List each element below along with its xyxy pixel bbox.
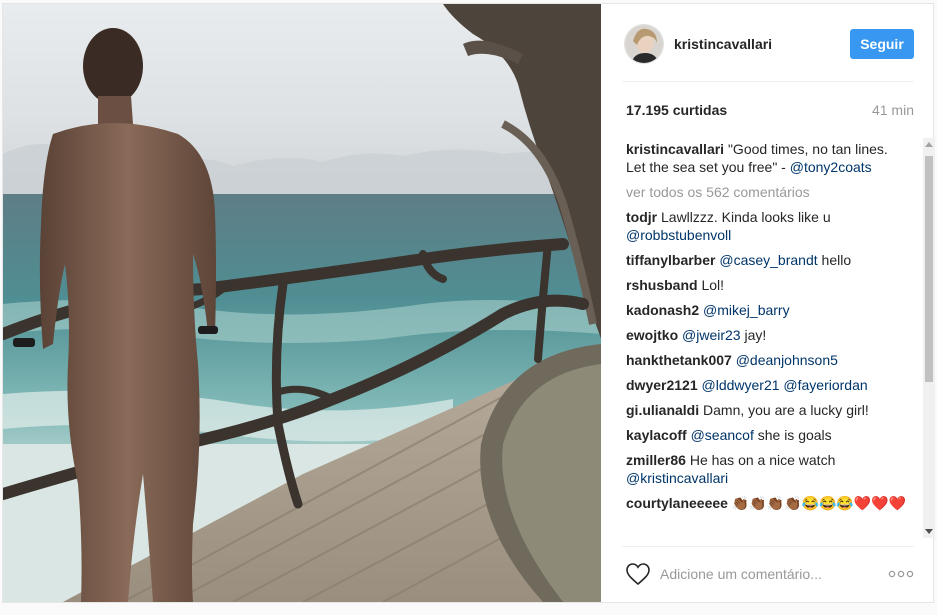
view-all-comments-link[interactable]: ver todos os 562 comentários [626,183,910,201]
comments-scrollbar[interactable] [923,138,935,538]
comment-mention[interactable]: @mikej_barry [703,302,790,318]
comment-mention[interactable]: @seancof [691,427,754,443]
comment-username[interactable]: ewojtko [626,327,678,343]
comment-username[interactable]: zmiller86 [626,452,686,468]
comment-username[interactable]: dwyer2121 [626,377,698,393]
more-options-icon[interactable] [888,565,914,583]
comment-username[interactable]: tiffanylbarber [626,252,715,268]
add-comment-input[interactable] [660,564,870,584]
post-caption: kristincavallari "Good times, no tan lin… [626,140,910,176]
post-stats: 17.195 curtidas 41 min [626,102,914,118]
post-header: kristincavallari Seguir [622,4,914,82]
comment-item: dwyer2121 @lddwyer21 @fayeriordan [626,376,910,394]
comment-text: jay! [740,327,767,343]
comment-mention[interactable]: @jweir23 [682,327,741,343]
comment-mention[interactable]: @robbstubenvoll [626,227,731,243]
comment-item: kadonash2 @mikej_barry [626,301,910,319]
comment-mention[interactable]: @casey_brandt [719,252,817,268]
post-photo[interactable] [3,4,601,602]
comment-item: todjr Lawllzzz. Kinda looks like u @robb… [626,208,910,244]
comment-text: she is goals [753,427,832,443]
comment-username[interactable]: todjr [626,209,657,225]
comment-item: hankthetank007 @deanjohnson5 [626,351,910,369]
comment-item: courtylaneeeee 👏🏾👏🏾👏🏾👏🏾😂😂😂❤️❤️❤️ [626,494,910,512]
follow-button[interactable]: Seguir [850,29,914,59]
caption-username[interactable]: kristincavallari [626,141,724,157]
comment-mention[interactable]: @deanjohnson5 [736,352,838,368]
comment-mention[interactable]: @kristincavallari [626,470,728,486]
comment-item: gi.ulianaldi Damn, you are a lucky girl! [626,401,910,419]
comment-item: kaylacoff @seancof she is goals [626,426,910,444]
heart-icon[interactable] [625,562,651,586]
comment-username[interactable]: kaylacoff [626,427,687,443]
avatar[interactable] [624,24,664,64]
comment-username[interactable]: kadonash2 [626,302,699,318]
comment-text: Damn, you are a lucky girl! [703,402,869,418]
comment-mention[interactable]: @lddwyer21 @fayeriordan [702,377,868,393]
comment-text: Lawllzzz. Kinda looks like u [661,209,831,225]
scroll-down-arrow-icon[interactable] [925,529,933,534]
comment-item: rshusband Lol! [626,276,910,294]
comment-username[interactable]: courtylaneeeee [626,495,728,511]
post-username[interactable]: kristincavallari [674,36,772,52]
post-time[interactable]: 41 min [872,102,914,118]
comment-username[interactable]: gi.ulianaldi [626,402,699,418]
post-card: kristincavallari Seguir 17.195 curtidas … [2,3,935,603]
comment-text: Lol! [701,277,725,293]
comments-list: kristincavallari "Good times, no tan lin… [626,140,910,540]
scrollbar-thumb[interactable] [925,156,933,382]
comment-item: tiffanylbarber @casey_brandt hello [626,251,910,269]
comment-item: ewojtko @jweir23 jay! [626,326,910,344]
caption-mention[interactable]: @tony2coats [790,159,872,175]
likes-count[interactable]: 17.195 curtidas [626,102,727,118]
comment-username[interactable]: rshusband [626,277,698,293]
comment-text: 👏🏾👏🏾👏🏾👏🏾😂😂😂❤️❤️❤️ [731,495,907,511]
comment-item: zmiller86 He has on a nice watch @kristi… [626,451,910,487]
scroll-up-arrow-icon[interactable] [925,142,933,147]
comment-text: hello [817,252,852,268]
comment-text: He has on a nice watch [689,452,836,468]
comment-username[interactable]: hankthetank007 [626,352,732,368]
post-side-panel: kristincavallari Seguir 17.195 curtidas … [602,4,935,602]
post-footer [622,546,914,602]
